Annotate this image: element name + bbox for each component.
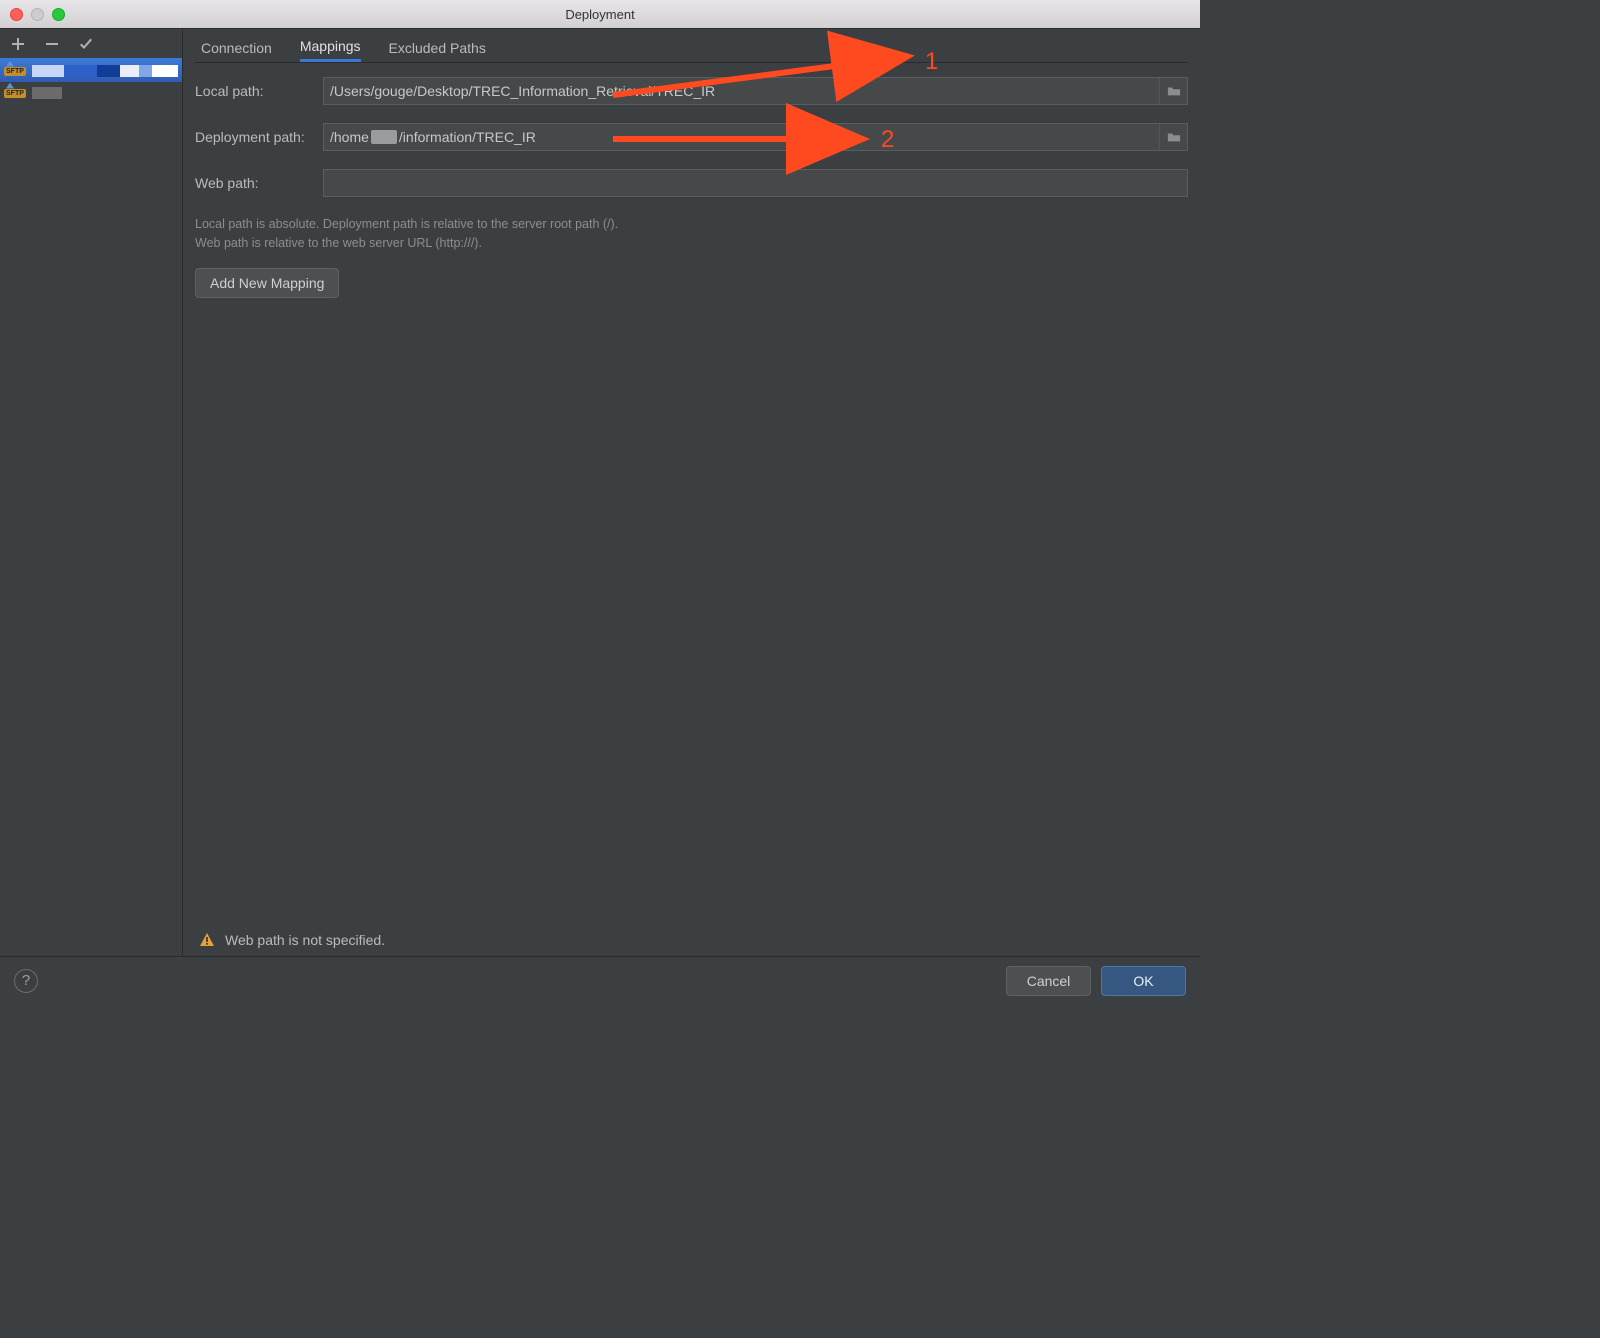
mappings-form: Local path: Deployment path: /home /info… xyxy=(195,63,1188,298)
deployment-path-field: /home /information/TREC_IR xyxy=(323,123,1188,151)
cancel-button[interactable]: Cancel xyxy=(1006,966,1091,996)
warning-bar: Web path is not specified. xyxy=(195,924,389,956)
browse-folder-icon[interactable] xyxy=(1159,78,1187,104)
dialog-footer: ? Cancel OK xyxy=(0,956,1200,1004)
help-text: Local path is absolute. Deployment path … xyxy=(195,215,1188,254)
local-path-label: Local path: xyxy=(195,83,323,99)
sidebar-toolbar xyxy=(0,29,182,59)
window-maximize-icon[interactable] xyxy=(52,8,65,21)
window-close-icon[interactable] xyxy=(10,8,23,21)
window-minimize-icon xyxy=(31,8,44,21)
server-list-item[interactable]: SFTP xyxy=(0,82,182,104)
remove-icon[interactable] xyxy=(44,36,60,52)
add-new-mapping-button[interactable]: Add New Mapping xyxy=(195,268,339,298)
sftp-badge-icon: SFTP xyxy=(4,89,26,98)
web-path-field xyxy=(323,169,1188,197)
server-list: SFTP SFTP xyxy=(0,60,182,956)
main-panel: Connection Mappings Excluded Paths Local… xyxy=(183,29,1200,956)
tab-excluded-paths[interactable]: Excluded Paths xyxy=(389,40,486,62)
tab-bar: Connection Mappings Excluded Paths xyxy=(195,29,1188,63)
server-list-item[interactable]: SFTP xyxy=(0,60,182,82)
window-controls xyxy=(10,8,65,21)
deployment-path-label: Deployment path: xyxy=(195,129,323,145)
help-icon[interactable]: ? xyxy=(14,969,38,993)
web-path-input[interactable] xyxy=(324,170,1187,196)
local-path-input[interactable] xyxy=(324,78,1159,104)
tab-mappings[interactable]: Mappings xyxy=(300,38,361,62)
add-icon[interactable] xyxy=(10,36,26,52)
warning-text: Web path is not specified. xyxy=(225,932,385,948)
web-path-label: Web path: xyxy=(195,175,323,191)
sftp-badge-icon: SFTP xyxy=(4,67,26,76)
warning-icon xyxy=(199,932,215,948)
local-path-field xyxy=(323,77,1188,105)
ok-button[interactable]: OK xyxy=(1101,966,1186,996)
server-sidebar: SFTP SFTP xyxy=(0,29,183,956)
apply-icon[interactable] xyxy=(78,36,94,52)
title-bar: Deployment xyxy=(0,0,1200,28)
tab-connection[interactable]: Connection xyxy=(201,40,272,62)
window-title: Deployment xyxy=(565,7,634,22)
